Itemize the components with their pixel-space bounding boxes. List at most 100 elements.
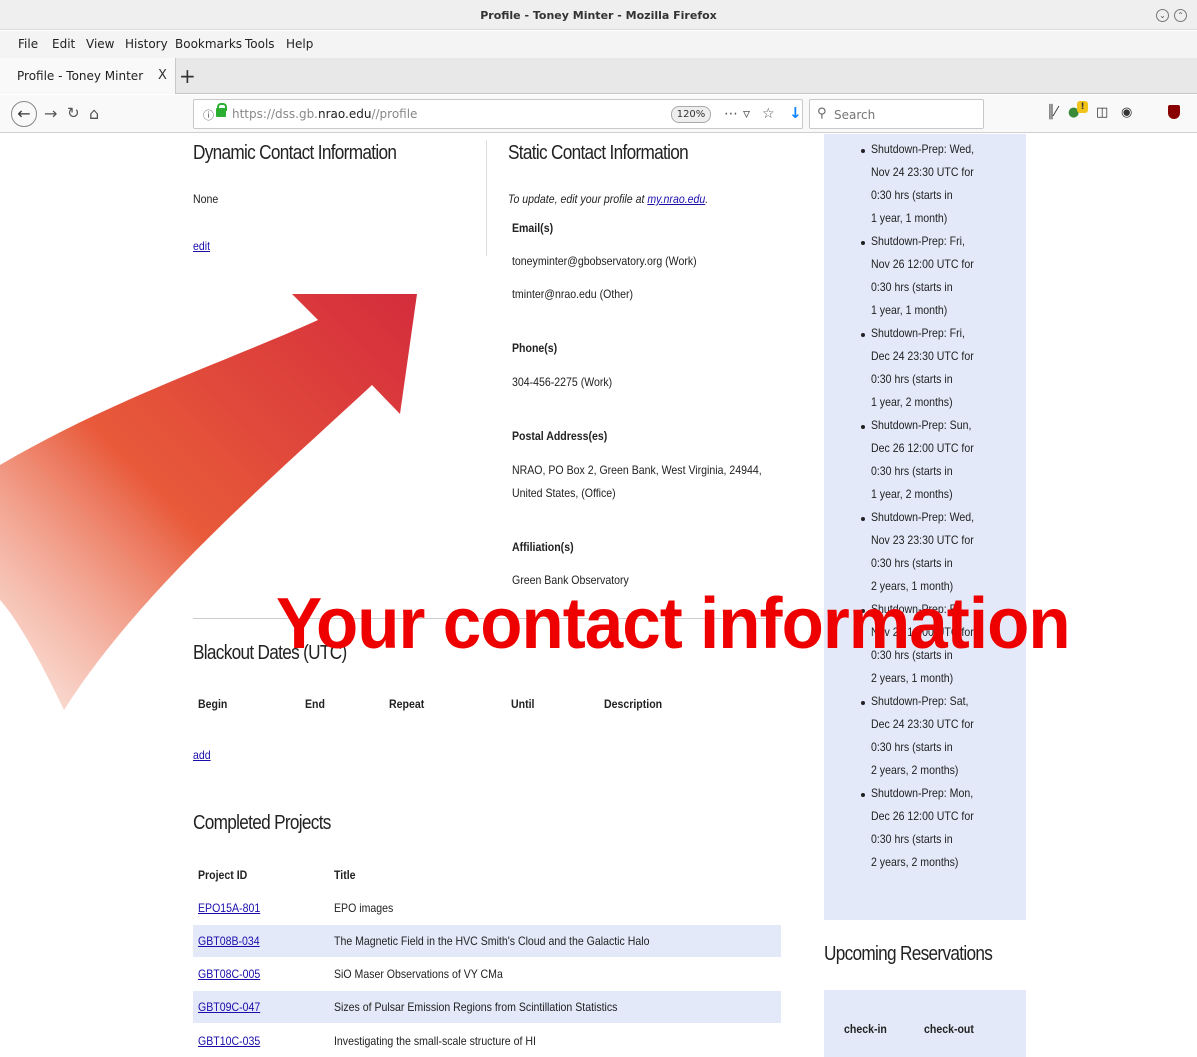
bullet-icon: [861, 149, 865, 153]
project-title: Sizes of Pulsar Emission Regions from Sc…: [334, 1000, 618, 1014]
blackout-col-repeat: Repeat: [389, 697, 425, 711]
ublock-icon[interactable]: [1168, 105, 1180, 119]
menu-bookmarks[interactable]: Bookmarks: [175, 37, 242, 51]
shutdown-item-line: Nov 26 12:00 UTC for: [871, 257, 974, 271]
emails-label: Email(s): [512, 221, 554, 235]
phone-work: 304-456-2275 (Work): [512, 375, 613, 389]
upcoming-reservations-heading: Upcoming Reservations: [824, 943, 993, 965]
edit-link[interactable]: edit: [193, 239, 210, 253]
shutdown-item-line: Shutdown-Prep: Fri,: [871, 234, 965, 248]
shutdown-item-line: 0:30 hrs (starts in: [871, 372, 953, 386]
tab-profile[interactable]: Profile - Toney Minter X: [0, 58, 176, 94]
bullet-icon: [861, 701, 865, 705]
project-title: The Magnetic Field in the HVC Smith's Cl…: [334, 934, 650, 948]
shutdown-item-line: 1 year, 1 month): [871, 211, 948, 225]
tab-label: Profile - Toney Minter: [17, 69, 144, 83]
search-box[interactable]: ⚲: [809, 99, 984, 129]
projects-col-title: Title: [334, 868, 356, 882]
shutdown-item-line: Shutdown-Prep: Sun,: [871, 418, 972, 432]
postal-label: Postal Address(es): [512, 429, 608, 443]
account-icon[interactable]: ◉: [1121, 105, 1132, 120]
forward-icon[interactable]: →: [44, 104, 57, 123]
close-tab-icon[interactable]: X: [158, 68, 167, 83]
library-icon[interactable]: ║⁄: [1047, 105, 1057, 120]
completed-projects-heading: Completed Projects: [193, 812, 331, 834]
my-nrao-link[interactable]: my.nrao.edu: [647, 192, 705, 206]
search-icon: ⚲: [817, 106, 827, 121]
table-row: GBT08B-034 The Magnetic Field in the HVC…: [193, 925, 781, 957]
info-icon[interactable]: ⓘ: [203, 107, 214, 123]
lock-icon[interactable]: [216, 103, 227, 117]
shutdown-item-line: 2 years, 2 months): [871, 763, 959, 777]
reload-icon[interactable]: ↻: [67, 104, 80, 122]
pocket-icon[interactable]: ▿: [743, 106, 750, 122]
shutdown-item-line: Nov 24 23:30 UTC for: [871, 165, 974, 179]
shutdown-item-line: 1 year, 1 month): [871, 303, 948, 317]
shutdown-item-line: 1 year, 2 months): [871, 487, 953, 501]
reservations-col-checkout: check-out: [924, 1022, 974, 1036]
project-id-link[interactable]: EPO15A-801: [198, 901, 260, 915]
shutdown-item-line: 0:30 hrs (starts in: [871, 832, 953, 846]
download-icon[interactable]: ↓: [789, 104, 802, 122]
annotation-text: Your contact information: [276, 584, 1071, 664]
static-contact-heading: Static Contact Information: [508, 142, 689, 164]
column-divider: [486, 140, 487, 256]
dynamic-contact-heading: Dynamic Contact Information: [193, 142, 397, 164]
affiliations-label: Affiliation(s): [512, 540, 574, 554]
blackout-col-until: Until: [511, 697, 535, 711]
new-tab-button[interactable]: +: [179, 64, 196, 88]
menu-view[interactable]: View: [86, 37, 114, 51]
add-blackout-link[interactable]: add: [193, 748, 211, 762]
menu-bar: File Edit View History Bookmarks Tools H…: [0, 31, 1197, 58]
sidebar-icon[interactable]: ◫: [1096, 105, 1108, 120]
menu-edit[interactable]: Edit: [52, 37, 75, 51]
minimize-icon[interactable]: ⌄: [1156, 9, 1169, 22]
shutdown-item-line: 2 years, 2 months): [871, 855, 959, 869]
zoom-level-badge[interactable]: 120%: [671, 106, 711, 123]
bullet-icon: [861, 333, 865, 337]
reservations-col-checkin: check-in: [844, 1022, 887, 1036]
blackout-col-end: End: [305, 697, 325, 711]
tab-bar: Profile - Toney Minter X +: [0, 58, 1197, 94]
shutdown-item-line: Nov 23 23:30 UTC for: [871, 533, 974, 547]
url-text[interactable]: https://dss.gb.nrao.edu//profile: [232, 107, 417, 121]
shutdown-item-line: 0:30 hrs (starts in: [871, 556, 953, 570]
shutdown-item-line: 2 years, 1 month): [871, 671, 954, 685]
shutdown-item-line: Shutdown-Prep: Sat,: [871, 694, 969, 708]
shutdown-item-line: Shutdown-Prep: Fri,: [871, 326, 965, 340]
search-input[interactable]: [834, 106, 974, 124]
postal-line-2: United States, (Office): [512, 486, 616, 500]
project-id-link[interactable]: GBT09C-047: [198, 1000, 260, 1014]
bullet-icon: [861, 517, 865, 521]
menu-tools[interactable]: Tools: [245, 37, 275, 51]
static-contact-note: To update, edit your profile at my.nrao.…: [508, 192, 709, 206]
maximize-icon[interactable]: ⌃: [1174, 9, 1187, 22]
phones-label: Phone(s): [512, 341, 558, 355]
project-id-link[interactable]: GBT10C-035: [198, 1034, 260, 1048]
bullet-icon: [861, 425, 865, 429]
url-bar[interactable]: ⓘ https://dss.gb.nrao.edu//profile 120% …: [193, 99, 803, 129]
email-other: tminter@nrao.edu (Other): [512, 287, 634, 301]
menu-help[interactable]: Help: [286, 37, 313, 51]
table-row: GBT10C-035 Investigating the small-scale…: [193, 1025, 781, 1057]
project-id-link[interactable]: GBT08C-005: [198, 967, 260, 981]
bookmark-star-icon[interactable]: ☆: [762, 106, 775, 122]
shutdown-item-line: Dec 24 23:30 UTC for: [871, 717, 974, 731]
project-title: EPO images: [334, 901, 394, 915]
shutdown-item-line: Shutdown-Prep: Wed,: [871, 142, 975, 156]
shutdown-item-line: 0:30 hrs (starts in: [871, 740, 953, 754]
bullet-icon: [861, 793, 865, 797]
shutdown-item-line: Dec 26 12:00 UTC for: [871, 809, 974, 823]
back-icon[interactable]: ←: [11, 101, 37, 127]
project-id-link[interactable]: GBT08B-034: [198, 934, 260, 948]
menu-file[interactable]: File: [18, 37, 38, 51]
shutdown-schedule-panel: [824, 134, 1026, 920]
shutdown-item-line: 0:30 hrs (starts in: [871, 464, 953, 478]
shutdown-item-line: Dec 24 23:30 UTC for: [871, 349, 974, 363]
table-row: GBT09C-047 Sizes of Pulsar Emission Regi…: [193, 991, 781, 1023]
page-actions-icon[interactable]: ⋯: [724, 106, 738, 122]
shutdown-item-line: 0:30 hrs (starts in: [871, 188, 953, 202]
email-work: toneyminter@gbobservatory.org (Work): [512, 254, 697, 268]
home-icon[interactable]: ⌂: [89, 104, 99, 123]
menu-history[interactable]: History: [125, 37, 168, 51]
